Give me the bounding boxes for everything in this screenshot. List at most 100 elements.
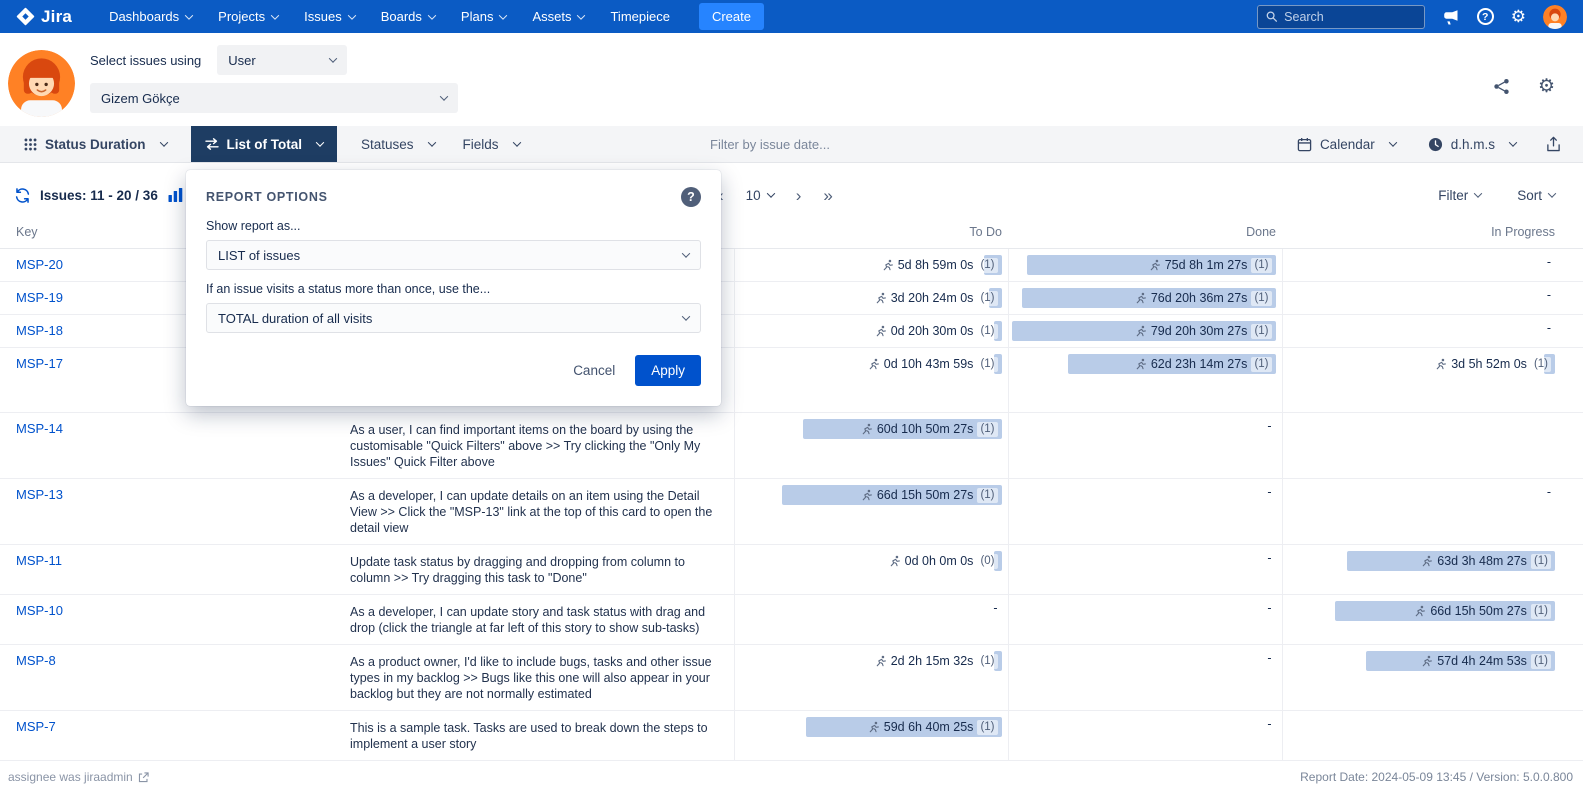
status-runner-icon <box>1135 325 1147 337</box>
footer-filter-text: assignee was jiraadmin <box>8 770 133 784</box>
fields-dropdown[interactable]: Fields <box>449 126 534 162</box>
nav-item-projects[interactable]: Projects <box>205 0 291 33</box>
toolbar-right: Calendar d.h.m.s <box>1283 136 1573 152</box>
chevron-down-icon <box>499 11 507 19</box>
topnav-right: ? ⚙ <box>1257 5 1567 29</box>
column-header-in-progress: In Progress <box>1282 215 1583 249</box>
view-mode-dropdown[interactable]: List of Total <box>191 126 338 162</box>
revisit-behavior-select[interactable]: TOTAL duration of all visits <box>206 303 701 333</box>
chevron-down-icon <box>347 11 355 19</box>
report-settings-gear-icon[interactable]: ⚙ <box>1538 77 1555 96</box>
issue-key-link[interactable]: MSP-20 <box>16 257 63 272</box>
duration-count: (1) <box>977 720 997 735</box>
search-box[interactable] <box>1257 5 1425 29</box>
duration-empty: - <box>1547 288 1555 302</box>
duration-count: (1) <box>1251 357 1271 372</box>
duration-count: (1) <box>977 654 997 669</box>
filter-dropdown[interactable]: Filter <box>1438 188 1481 203</box>
issue-key-link[interactable]: MSP-10 <box>16 603 63 618</box>
duration-cell: 3d 5h 52m 0s(1) <box>1283 354 1556 374</box>
issue-key-link[interactable]: MSP-11 <box>16 553 62 568</box>
page-size-select[interactable]: 10 <box>746 188 774 203</box>
calendar-dropdown[interactable]: Calendar <box>1283 137 1410 152</box>
duration-empty: - <box>1267 717 1275 731</box>
issue-key-link[interactable]: MSP-18 <box>16 323 63 338</box>
duration-cell: 0d 10h 43m 59s(1) <box>735 354 1002 374</box>
refresh-button[interactable] <box>14 187 31 204</box>
show-report-as-select[interactable]: LIST of issues <box>206 240 701 270</box>
revisit-behavior-label: If an issue visits a status more than on… <box>206 282 701 296</box>
duration-cell: 66d 15h 50m 27s(1) <box>1283 601 1556 621</box>
nav-item-dashboards[interactable]: Dashboards <box>96 0 205 33</box>
avatar-cartoon-icon <box>8 50 75 117</box>
duration-cell: 59d 6h 40m 25s(1) <box>735 717 1002 737</box>
footer-filter-note[interactable]: assignee was jiraadmin <box>8 770 149 784</box>
nav-item-timepiece[interactable]: Timepiece <box>597 0 682 33</box>
jira-logo-text: Jira <box>41 7 72 27</box>
duration-text: 5d 8h 59m 0s <box>898 258 974 272</box>
issue-source-select[interactable]: User <box>217 45 347 75</box>
report-type-dropdown[interactable]: Status Duration <box>10 126 181 162</box>
chevron-down-icon <box>316 138 324 146</box>
page-last-button[interactable]: » <box>823 187 832 204</box>
jira-home-link[interactable]: Jira <box>16 7 72 27</box>
issue-key-link[interactable]: MSP-19 <box>16 290 63 305</box>
admin-settings-gear-icon[interactable]: ⚙ <box>1511 8 1526 25</box>
create-button[interactable]: Create <box>699 3 764 30</box>
status-runner-icon <box>1435 358 1447 370</box>
issue-key-link[interactable]: MSP-14 <box>16 421 63 436</box>
report-date-version: Report Date: 2024-05-09 13:45 / Version:… <box>1300 770 1573 784</box>
nav-item-label: Boards <box>381 9 422 24</box>
clock-icon <box>1428 137 1443 152</box>
issue-key-link[interactable]: MSP-13 <box>16 487 63 502</box>
duration-text: 3d 5h 52m 0s <box>1451 357 1527 371</box>
announcement-megaphone-icon[interactable] <box>1442 9 1460 25</box>
page-next-button[interactable]: › <box>796 187 802 204</box>
share-icon[interactable] <box>1493 78 1510 95</box>
nav-item-assets[interactable]: Assets <box>519 0 597 33</box>
cancel-button[interactable]: Cancel <box>573 363 615 378</box>
duration-count: (1) <box>1251 324 1271 339</box>
issue-key-link[interactable]: MSP-7 <box>16 719 56 734</box>
duration-count: (1) <box>1531 554 1551 569</box>
user-select[interactable]: Gizem Gökçe <box>90 83 458 113</box>
nav-item-label: Plans <box>461 9 494 24</box>
duration-count: (1) <box>977 258 997 273</box>
issue-key-link[interactable]: MSP-8 <box>16 653 56 668</box>
fields-label: Fields <box>463 137 499 152</box>
export-button[interactable] <box>1534 136 1573 152</box>
statuses-label: Statuses <box>361 137 414 152</box>
statuses-dropdown[interactable]: Statuses <box>347 126 449 162</box>
apply-button[interactable]: Apply <box>635 355 701 386</box>
show-report-as-value: LIST of issues <box>218 248 300 263</box>
chevron-down-icon <box>1388 138 1396 146</box>
search-input[interactable] <box>1284 10 1416 24</box>
duration-format-dropdown[interactable]: d.h.m.s <box>1414 137 1530 152</box>
status-runner-icon <box>875 292 887 304</box>
report-panel-icons: ⚙ <box>1493 77 1555 96</box>
help-icon[interactable]: ? <box>1477 8 1494 25</box>
nav-item-issues[interactable]: Issues <box>291 0 368 33</box>
duration-text: 2d 2h 15m 32s <box>891 654 974 668</box>
duration-count: (1) <box>977 324 997 339</box>
current-user-avatar[interactable] <box>1543 5 1567 29</box>
top-navigation: Jira DashboardsProjectsIssues Boards Plans… <box>0 0 1583 33</box>
issue-date-filter-input[interactable]: Filter by issue date... <box>710 126 830 162</box>
duration-text: 66d 15h 50m 27s <box>877 488 974 502</box>
dialog-help-icon[interactable]: ? <box>681 187 701 207</box>
nav-item-plans[interactable]: Plans <box>448 0 520 33</box>
duration-text: 79d 20h 30m 27s <box>1151 324 1248 338</box>
external-link-icon <box>138 772 149 783</box>
chevron-down-icon <box>1548 189 1556 197</box>
duration-count: (1) <box>1531 654 1551 669</box>
duration-format-label: d.h.m.s <box>1451 137 1495 152</box>
bar-chart-icon <box>167 187 184 203</box>
duration-text: 63d 3h 48m 27s <box>1437 554 1527 568</box>
issue-key-link[interactable]: MSP-17 <box>16 356 63 371</box>
sort-dropdown[interactable]: Sort <box>1517 188 1555 203</box>
column-header-done: Done <box>1008 215 1282 249</box>
nav-item-boards[interactable]: Boards <box>368 0 448 33</box>
chart-view-button[interactable] <box>167 187 184 203</box>
duration-count: (1) <box>977 422 997 437</box>
chevron-down-icon <box>185 11 193 19</box>
